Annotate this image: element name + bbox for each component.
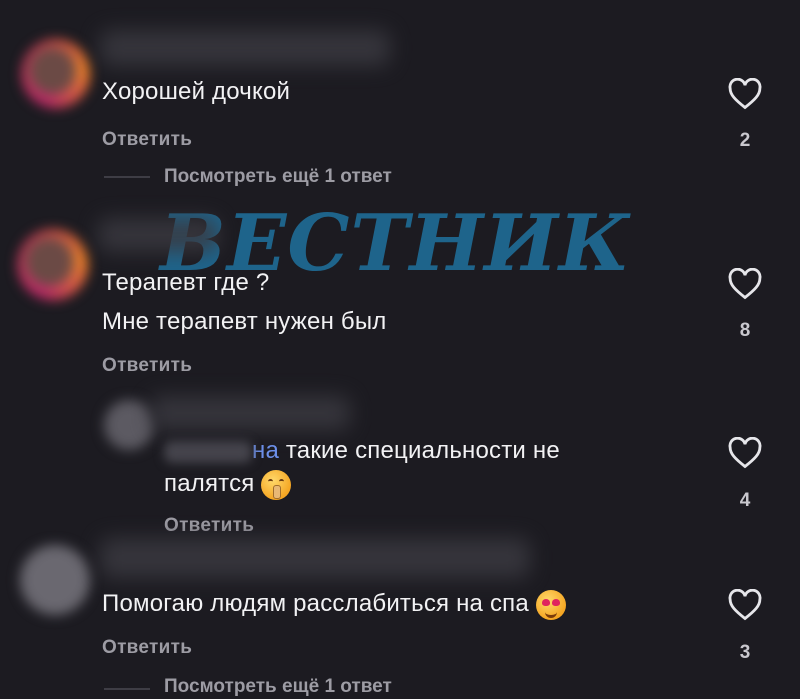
username-blurred (150, 396, 350, 430)
username-blurred (100, 30, 390, 66)
comment-text: Помогаю людям расслабиться на спа (102, 590, 529, 617)
user-avatar[interactable] (20, 545, 90, 615)
reply-button[interactable]: Ответить (102, 637, 192, 659)
heart-icon[interactable] (728, 268, 762, 300)
heart-icon[interactable] (728, 78, 762, 110)
comment-text-line: Помогаю людям расслабиться на спа (102, 587, 566, 621)
comment-text: Хорошей дочкой (102, 78, 291, 105)
comment-text-line-2: палятся (164, 467, 292, 501)
comment-text: палятся (164, 470, 255, 497)
view-more-replies-link[interactable]: Посмотреть ещё 1 ответ (164, 676, 392, 698)
user-avatar[interactable] (22, 40, 90, 108)
comment-text-line-1: на такие специальности не (164, 434, 560, 468)
view-more-divider (104, 176, 150, 178)
comment-text-line-1: Терапевт где ? (102, 269, 270, 296)
username-blurred (98, 218, 218, 252)
reply-button[interactable]: Ответить (164, 515, 254, 537)
comment-text: такие специальности не (279, 437, 560, 464)
comment-text-line-2: Мне терапевт нужен был (102, 308, 387, 335)
reply-button[interactable]: Ответить (102, 129, 192, 151)
like-count: 2 (739, 130, 751, 151)
heart-eyes-emoji (535, 589, 566, 620)
reply-button[interactable]: Ответить (102, 355, 192, 377)
user-avatar[interactable] (104, 400, 154, 450)
shushing-face-emoji (261, 469, 292, 500)
heart-icon[interactable] (728, 589, 762, 621)
like-count: 3 (739, 642, 751, 663)
view-more-replies-link[interactable]: Посмотреть ещё 1 ответ (164, 166, 392, 188)
mention-blurred (164, 440, 252, 463)
user-avatar[interactable] (18, 230, 88, 300)
view-more-divider (104, 688, 150, 690)
like-count: 4 (739, 490, 751, 511)
like-count: 8 (739, 320, 751, 341)
mention-link[interactable]: на (252, 437, 279, 464)
heart-icon[interactable] (728, 437, 762, 469)
username-blurred (100, 538, 530, 578)
